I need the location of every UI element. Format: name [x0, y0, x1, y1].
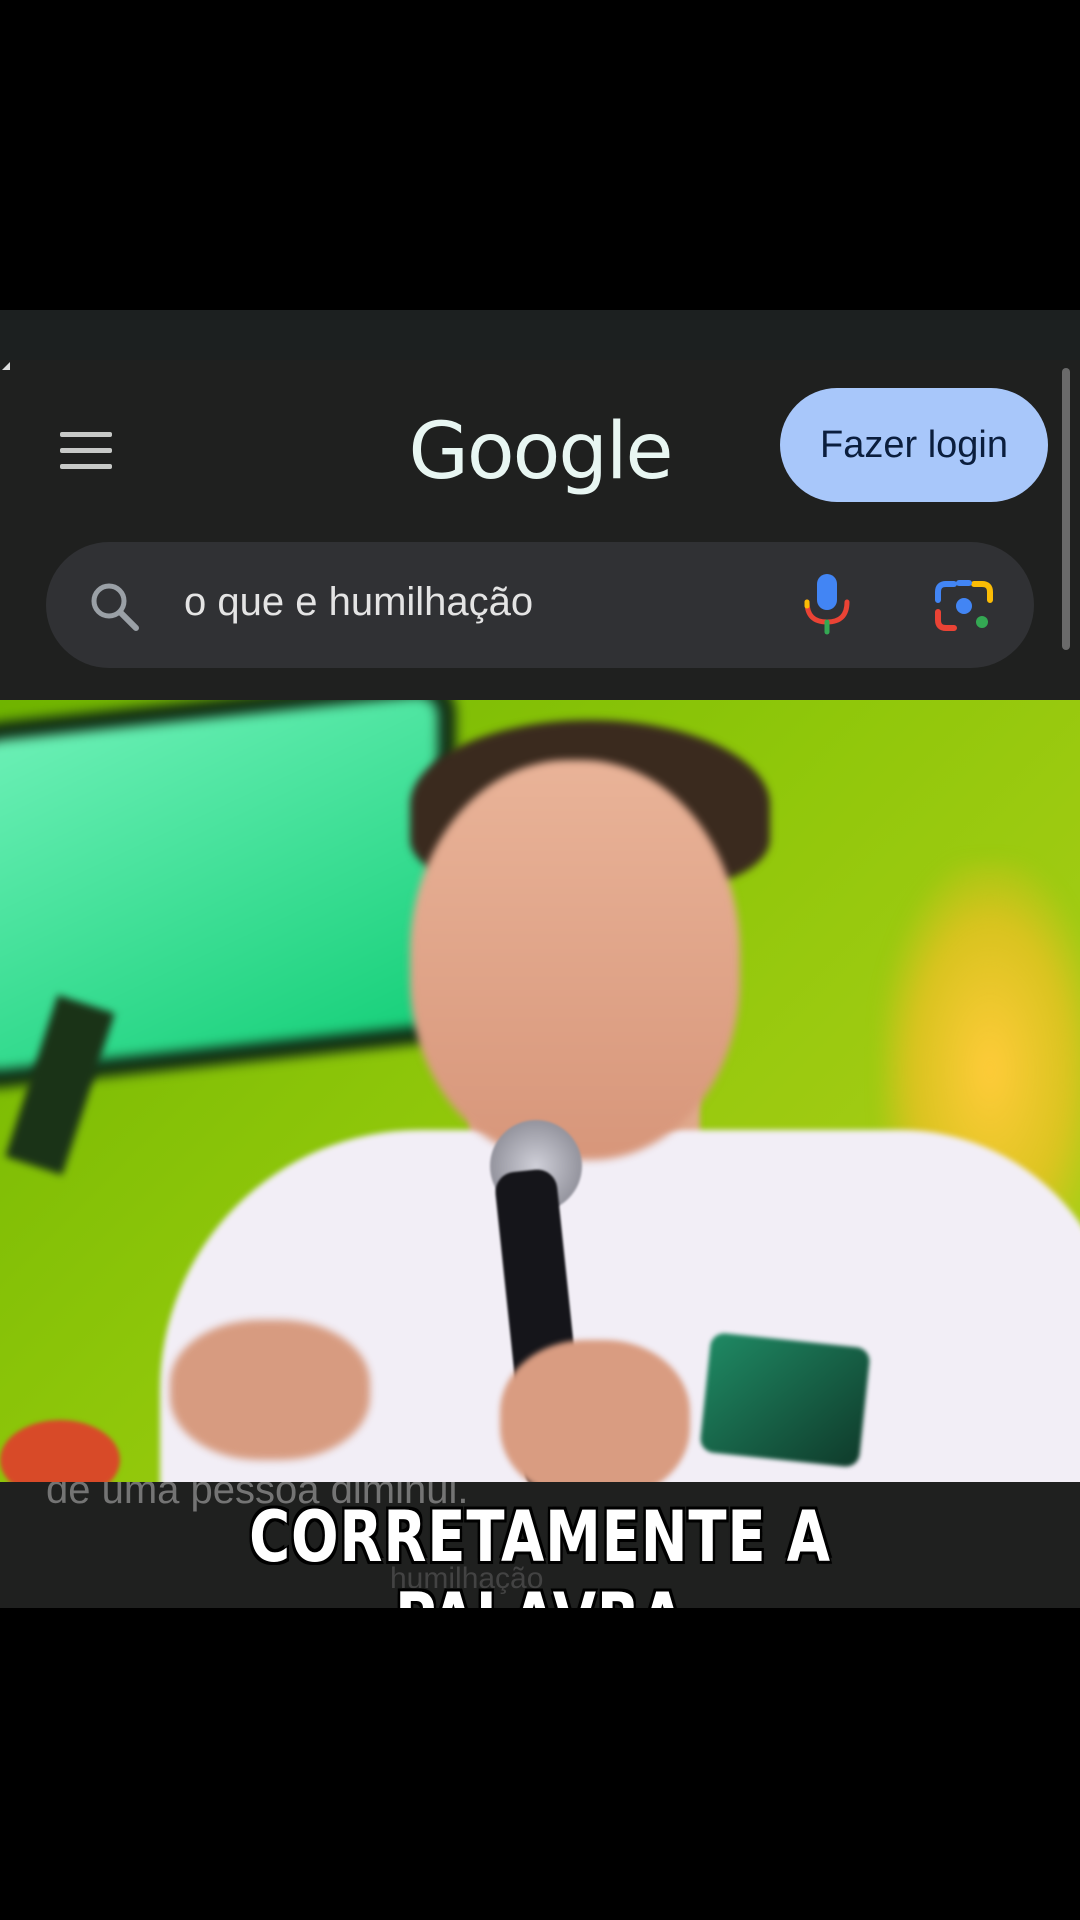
- search-input[interactable]: o que e humilhação: [184, 572, 533, 632]
- presenter-left-hand: [170, 1320, 370, 1460]
- status-strip: [0, 310, 1080, 360]
- google-lens-icon[interactable]: [934, 578, 994, 634]
- frog-prop: [0, 1420, 120, 1482]
- login-button[interactable]: Fazer login: [780, 388, 1048, 502]
- google-logo: Google: [408, 407, 673, 497]
- scrollbar[interactable]: [1062, 368, 1070, 650]
- presenter-face: [410, 760, 740, 1160]
- shirt-logo: [699, 1331, 871, 1469]
- menu-icon[interactable]: [58, 428, 114, 472]
- video-caption: CORRETAMENTE A PALAVRA: [249, 1496, 831, 1608]
- google-search-header: Google Fazer login o que e humilhação: [0, 310, 1080, 700]
- microphone-icon[interactable]: [800, 572, 854, 636]
- caption-band: de uma pessoa diminui. humilhação CORRET…: [0, 1482, 1080, 1608]
- presenter-right-hand: [500, 1340, 690, 1482]
- search-icon[interactable]: [88, 580, 140, 632]
- video-frame[interactable]: [0, 700, 1080, 1482]
- corner-indicator: [2, 362, 10, 370]
